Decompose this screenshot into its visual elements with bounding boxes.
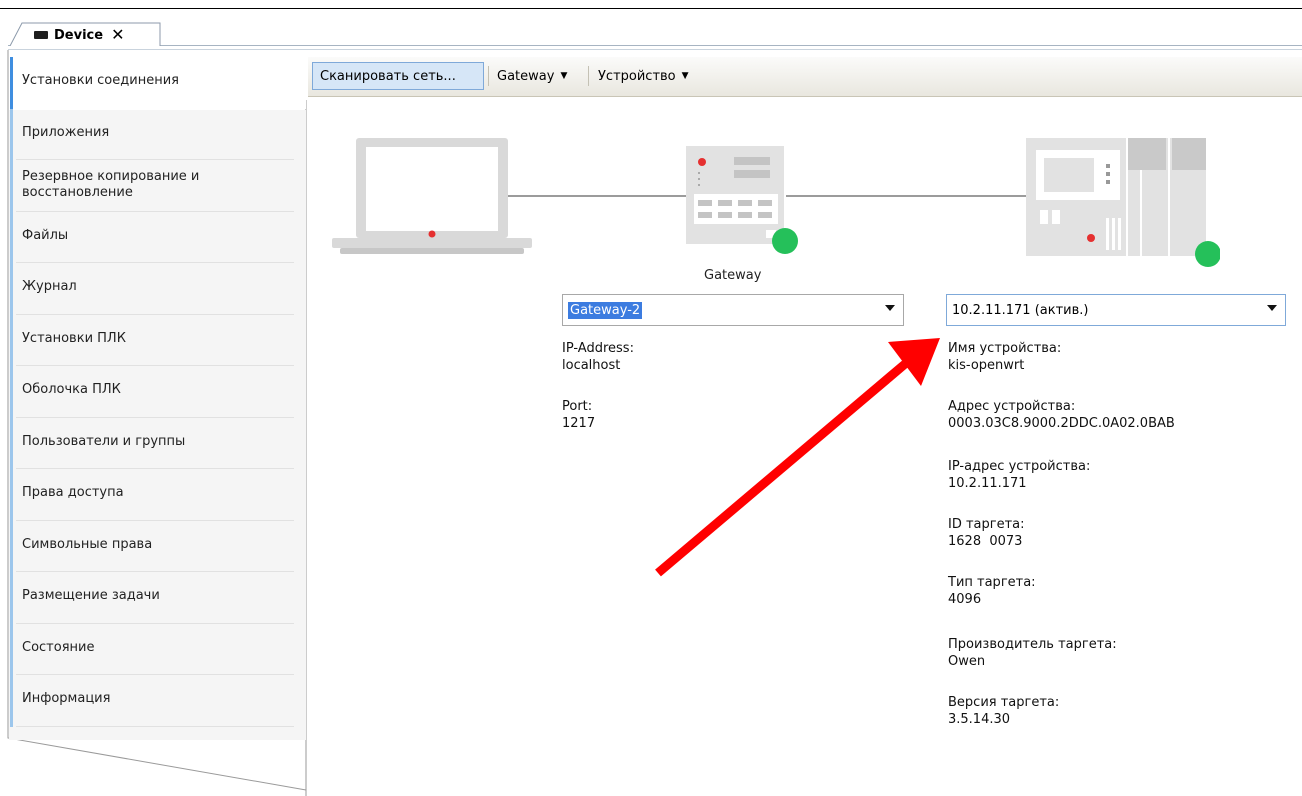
toolbar-separator xyxy=(488,66,489,86)
device-select[interactable]: 10.2.11.171 (актив.) xyxy=(946,294,1286,326)
connection-toolbar: Сканировать сеть... Gateway ▼ Устройство ▼ xyxy=(308,57,1302,97)
device-field-label: Версия таргета: xyxy=(948,695,1060,710)
nav-item-label: Установки ПЛК xyxy=(22,330,126,346)
nav-item-label: Оболочка ПЛК xyxy=(22,382,121,397)
tab-title: Device xyxy=(54,27,104,43)
nav-item-task-deployment[interactable]: Размещение задачи xyxy=(10,572,306,624)
device-field-value: 4096 xyxy=(948,592,982,607)
device-field-value: 1628 0073 xyxy=(948,534,1023,549)
gateway-selected-value: Gateway-2 xyxy=(568,301,643,319)
device-field-label: Тип таргета: xyxy=(948,575,1036,590)
nav-item-plc-shell[interactable]: Оболочка ПЛК xyxy=(10,366,306,418)
dropdown-arrow-icon[interactable] xyxy=(885,305,895,311)
dropdown-arrow-icon[interactable] xyxy=(1267,305,1277,311)
device-selected-value: 10.2.11.171 (актив.) xyxy=(952,302,1089,318)
device-field-value: 3.5.14.30 xyxy=(948,712,1011,727)
nav-item-label: Символьные права xyxy=(22,536,153,552)
nav-item-label: Пользователи и группы xyxy=(22,433,186,449)
gateway-caption: Gateway xyxy=(704,268,762,283)
device-field-value: 0003.03C8.9000.2DDC.0A02.0BAB xyxy=(948,416,1175,431)
device-field-label: Имя устройства: xyxy=(948,341,1062,356)
gateway-status-online-icon xyxy=(772,228,798,254)
connection-diagram xyxy=(332,138,1220,267)
gateway-ip-value: localhost xyxy=(562,358,621,373)
nav-item-log[interactable]: Журнал xyxy=(10,263,306,315)
device-ip-block: IP-адрес устройства: 10.2.11.171 xyxy=(948,458,1090,492)
device-field-label: Производитель таргета: xyxy=(948,637,1117,652)
scan-network-label: Сканировать сеть... xyxy=(320,68,456,84)
annotation-arrow-icon xyxy=(655,338,940,577)
plc-device-icon xyxy=(1026,138,1206,256)
nav-item-symbol-rights[interactable]: Символьные права xyxy=(10,520,306,573)
nav-item-label: Размещение задачи xyxy=(22,588,160,603)
nav-item-label: Файлы xyxy=(22,227,69,243)
nav-item-users-groups[interactable]: Пользователи и группы xyxy=(10,417,306,470)
target-vendor-block: Производитель таргета: Owen xyxy=(948,636,1117,670)
device-icon xyxy=(34,31,48,39)
tab-device[interactable]: Device ✕ xyxy=(34,26,124,44)
device-address-block: Адрес устройства: 0003.03C8.9000.2DDC.0A… xyxy=(948,398,1175,432)
device-field-label: IP-адрес устройства: xyxy=(948,459,1091,474)
computer-icon xyxy=(332,138,532,254)
device-status-online-icon xyxy=(1195,241,1220,267)
nav-item-label: Журнал xyxy=(22,279,77,294)
close-icon[interactable]: ✕ xyxy=(111,27,124,43)
device-field-label: Адрес устройства: xyxy=(948,399,1076,414)
device-menu-button[interactable]: Устройство ▼ xyxy=(598,62,689,90)
editor-tab-strip: Device ✕ xyxy=(8,22,1302,46)
gateway-ip-label: IP-Address: xyxy=(562,341,634,356)
target-id-block: ID таргета: 1628 0073 xyxy=(948,516,1025,550)
gateway-menu-button[interactable]: Gateway ▼ xyxy=(497,62,567,90)
gateway-menu-label: Gateway xyxy=(497,68,555,84)
nav-item-label: Установки соединения xyxy=(22,73,179,88)
nav-item-backup-restore[interactable]: Резервное копирование и восстановление xyxy=(10,160,306,212)
device-field-value: Owen xyxy=(948,654,986,669)
target-type-block: Тип таргета: 4096 xyxy=(948,574,1036,608)
settings-navigation: Установки соединения Приложения Резервно… xyxy=(10,57,306,727)
nav-item-status[interactable]: Состояние xyxy=(10,623,306,676)
nav-item-information[interactable]: Информация xyxy=(10,675,306,727)
nav-item-label: Состояние xyxy=(22,639,95,655)
nav-item-access-rights[interactable]: Права доступа xyxy=(10,469,306,521)
target-version-block: Версия таргета: 3.5.14.30 xyxy=(948,694,1059,728)
toolbar-separator xyxy=(588,66,589,86)
chevron-down-icon: ▼ xyxy=(560,71,568,81)
gateway-port-label: Port: xyxy=(562,399,593,414)
device-field-value: kis-openwrt xyxy=(948,358,1025,373)
top-rule xyxy=(0,8,1302,9)
nav-item-connection-settings[interactable]: Установки соединения xyxy=(10,57,306,109)
nav-item-label: Права доступа xyxy=(22,485,124,500)
gateway-ip-block: IP-Address: localhost xyxy=(562,340,634,374)
scan-network-button[interactable]: Сканировать сеть... xyxy=(312,62,484,90)
gateway-port-value: 1217 xyxy=(562,416,596,431)
device-field-label: ID таргета: xyxy=(948,517,1025,532)
nav-item-label: Информация xyxy=(22,691,111,706)
nav-item-applications[interactable]: Приложения xyxy=(10,108,306,161)
chevron-down-icon: ▼ xyxy=(681,71,689,81)
gateway-select[interactable]: Gateway-2 xyxy=(562,294,904,326)
nav-item-files[interactable]: Файлы xyxy=(10,211,306,264)
nav-item-label: Приложения xyxy=(22,124,110,140)
device-field-value: 10.2.11.171 xyxy=(948,476,1027,491)
device-menu-label: Устройство xyxy=(598,68,676,84)
nav-item-plc-settings[interactable]: Установки ПЛК xyxy=(10,314,306,367)
nav-item-label: Резервное копирование и восстановление xyxy=(22,169,200,200)
gateway-port-block: Port: 1217 xyxy=(562,398,595,432)
device-name-block: Имя устройства: kis-openwrt xyxy=(948,340,1061,374)
gateway-device-icon xyxy=(686,146,784,244)
